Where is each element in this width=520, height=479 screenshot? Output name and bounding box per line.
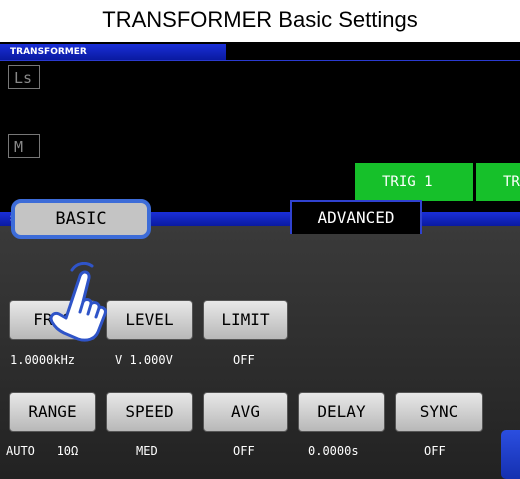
trig-2-indicator: TRIG 2	[476, 163, 520, 201]
level-button[interactable]: LEVEL	[106, 300, 193, 340]
limit-value: OFF	[233, 353, 255, 367]
speed-value: MED	[136, 444, 158, 458]
speed-button[interactable]: SPEED	[106, 392, 193, 432]
trig-1-indicator: TRIG 1	[355, 163, 473, 201]
hand-pointer-icon	[49, 262, 107, 342]
tab-basic[interactable]: BASIC	[11, 199, 151, 239]
delay-value: 0.0000s	[308, 444, 359, 458]
param-ls-button[interactable]: Ls	[8, 65, 40, 89]
avg-button[interactable]: AVG	[203, 392, 288, 432]
avg-value: OFF	[233, 444, 255, 458]
freq-value: 1.0000kHz	[10, 353, 76, 367]
mode-header-bar: TRANSFORMER	[0, 44, 226, 60]
range-button[interactable]: RANGE	[9, 392, 96, 432]
tab-advanced[interactable]: ADVANCED	[290, 200, 422, 234]
range-value: AUTO 10Ω	[6, 444, 79, 458]
limit-button[interactable]: LIMIT	[203, 300, 288, 340]
sync-button[interactable]: SYNC	[395, 392, 483, 432]
delay-button[interactable]: DELAY	[298, 392, 385, 432]
header-divider	[0, 60, 520, 61]
param-m-button[interactable]: M	[8, 134, 40, 158]
next-page-button[interactable]	[501, 430, 520, 479]
level-value: V 1.000V	[115, 353, 173, 367]
page-title: TRANSFORMER Basic Settings	[102, 7, 418, 32]
sync-value: OFF	[424, 444, 446, 458]
